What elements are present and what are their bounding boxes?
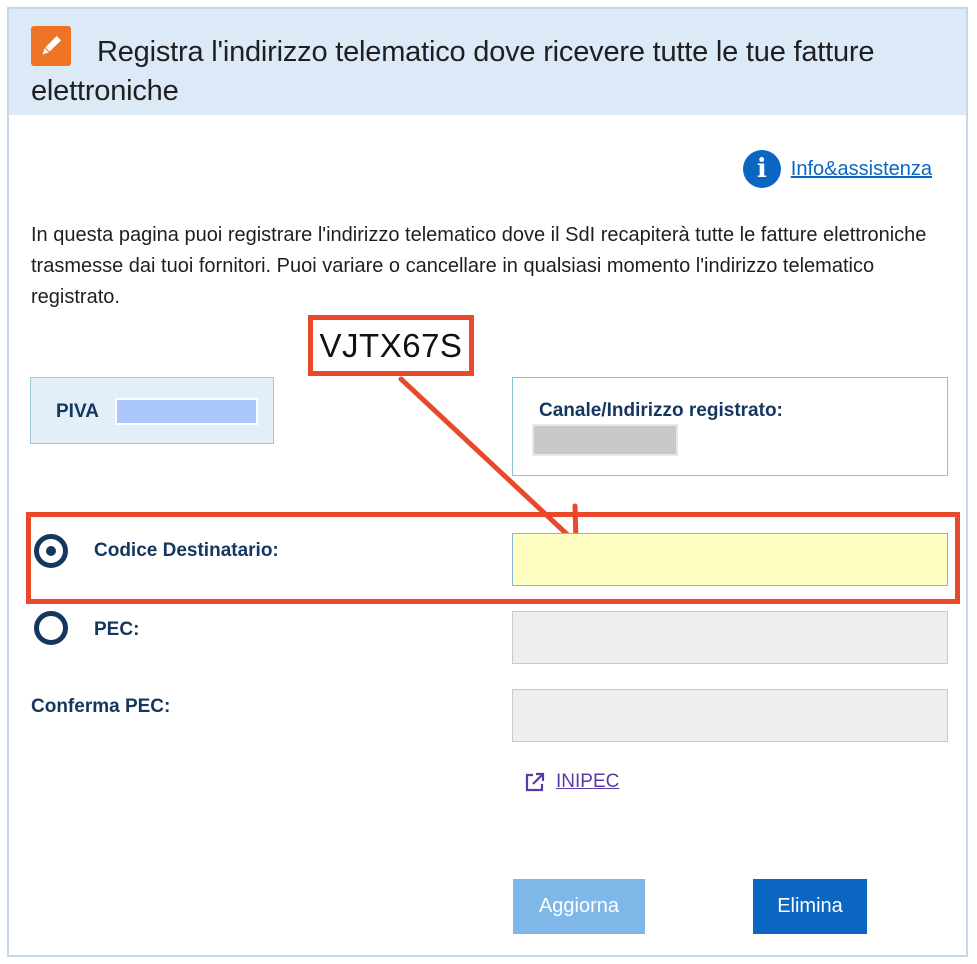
- pec-radio[interactable]: [34, 611, 68, 645]
- canale-registrato-label: Canale/Indirizzo registrato:: [539, 400, 783, 421]
- pec-label: PEC:: [94, 619, 140, 640]
- conferma-pec-label: Conferma PEC:: [31, 696, 171, 717]
- page-header: Registra l'indirizzo telematico dove ric…: [9, 9, 966, 115]
- conferma-pec-input[interactable]: [512, 689, 948, 742]
- external-link-icon: [525, 772, 545, 792]
- page-title: Registra l'indirizzo telematico dove ric…: [31, 36, 875, 107]
- pec-input[interactable]: [512, 611, 948, 664]
- canale-registrato-box: Canale/Indirizzo registrato:: [512, 377, 948, 476]
- piva-label: PIVA: [56, 401, 99, 422]
- piva-box: PIVA: [30, 377, 274, 444]
- inipec-label: INIPEC: [556, 771, 620, 792]
- intro-text: In questa pagina puoi registrare l'indir…: [31, 224, 927, 308]
- annotation-highlight-box: [26, 512, 960, 604]
- elimina-button[interactable]: Elimina: [753, 879, 867, 934]
- info-assistenza-link[interactable]: i Info&assistenza: [742, 150, 932, 188]
- piva-redacted-value: [115, 398, 258, 425]
- canale-redacted-value: [532, 424, 678, 456]
- inipec-link[interactable]: INIPEC: [524, 771, 619, 793]
- info-icon: i: [742, 150, 781, 188]
- info-assistenza-label: Info&assistenza: [790, 157, 932, 180]
- annotation-code-callout: VJTX67S: [308, 315, 474, 376]
- aggiorna-button[interactable]: Aggiorna: [513, 879, 645, 934]
